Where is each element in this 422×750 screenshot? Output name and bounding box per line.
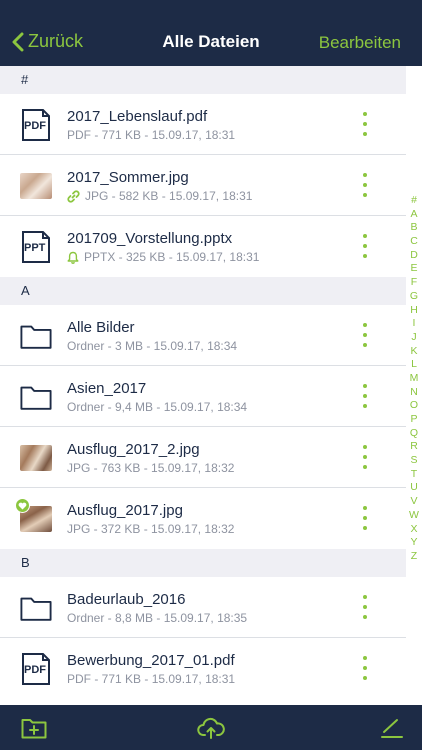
svg-text:PPT: PPT bbox=[24, 242, 46, 254]
index-letter[interactable]: S bbox=[410, 454, 417, 468]
file-meta: Ordner - 8,8 MB - 15.09.17, 18:35 bbox=[67, 611, 248, 625]
index-letter[interactable]: K bbox=[410, 345, 417, 359]
navigation-bar: Zurück Alle Dateien Bearbeiten bbox=[0, 0, 422, 66]
file-name: Bewerbung_2017_01.pdf bbox=[67, 652, 235, 669]
more-options-icon[interactable] bbox=[362, 112, 368, 136]
file-row[interactable]: Alle Bilder Ordner - 3 MB - 15.09.17, 18… bbox=[0, 305, 406, 366]
file-row[interactable]: Asien_2017 Ordner - 9,4 MB - 15.09.17, 1… bbox=[0, 366, 406, 427]
index-letter[interactable]: I bbox=[413, 317, 416, 331]
photo-thumbnail bbox=[20, 442, 52, 474]
file-row[interactable]: Ausflug_2017_2.jpg JPG - 763 KB - 15.09.… bbox=[0, 427, 406, 488]
index-letter[interactable]: X bbox=[410, 523, 417, 537]
file-name: Ausflug_2017_2.jpg bbox=[67, 441, 200, 458]
file-name: Ausflug_2017.jpg bbox=[67, 502, 183, 519]
index-letter[interactable]: P bbox=[410, 413, 417, 427]
index-letter[interactable]: Y bbox=[410, 536, 417, 550]
link-icon bbox=[67, 189, 80, 203]
index-letter[interactable]: G bbox=[410, 290, 418, 304]
file-meta: JPG - 582 KB - 15.09.17, 18:31 bbox=[85, 189, 253, 203]
index-letter[interactable]: Q bbox=[410, 427, 418, 441]
bottom-toolbar bbox=[0, 705, 422, 750]
section-header-a: A bbox=[0, 277, 406, 305]
index-letter[interactable]: L bbox=[411, 358, 417, 372]
index-letter[interactable]: U bbox=[410, 481, 418, 495]
file-meta: JPG - 763 KB - 15.09.17, 18:32 bbox=[67, 461, 235, 475]
file-list: # PDF 2017_Lebenslauf.pdf PDF - 771 KB -… bbox=[0, 66, 406, 699]
new-folder-icon[interactable] bbox=[20, 715, 48, 741]
index-letter[interactable]: H bbox=[410, 304, 418, 318]
index-letter[interactable]: F bbox=[411, 276, 417, 290]
folder-icon bbox=[20, 320, 52, 352]
file-row[interactable]: PDF 2017_Lebenslauf.pdf PDF - 771 KB - 1… bbox=[0, 94, 406, 155]
svg-text:PDF: PDF bbox=[24, 664, 46, 676]
folder-icon bbox=[20, 592, 52, 624]
file-row[interactable]: Badeurlaub_2016 Ordner - 8,8 MB - 15.09.… bbox=[0, 577, 406, 638]
bell-icon bbox=[67, 251, 79, 264]
index-letter[interactable]: C bbox=[410, 235, 418, 249]
photo-thumbnail bbox=[20, 170, 52, 202]
file-meta: Ordner - 9,4 MB - 15.09.17, 18:34 bbox=[67, 400, 248, 414]
ppt-file-icon: PPT bbox=[20, 231, 52, 263]
more-options-icon[interactable] bbox=[362, 234, 368, 258]
index-letter[interactable]: E bbox=[410, 262, 417, 276]
index-letter[interactable]: V bbox=[410, 495, 417, 509]
file-name: Badeurlaub_2016 bbox=[67, 591, 186, 608]
section-header-b: B bbox=[0, 549, 406, 577]
more-options-icon[interactable] bbox=[362, 595, 368, 619]
more-options-icon[interactable] bbox=[362, 656, 368, 680]
index-letter[interactable]: A bbox=[410, 208, 417, 222]
file-row[interactable]: PDF Bewerbung_2017_01.pdf PDF - 771 KB -… bbox=[0, 638, 406, 699]
file-name: 2017_Lebenslauf.pdf bbox=[67, 108, 208, 125]
upload-cloud-icon[interactable] bbox=[197, 715, 225, 741]
file-name: Asien_2017 bbox=[67, 380, 147, 397]
index-letter[interactable]: R bbox=[410, 440, 418, 454]
file-name: 201709_Vorstellung.pptx bbox=[67, 230, 233, 247]
file-meta: PPTX - 325 KB - 15.09.17, 18:31 bbox=[84, 250, 260, 264]
file-meta: PDF - 771 KB - 15.09.17, 18:31 bbox=[67, 672, 236, 686]
more-options-icon[interactable] bbox=[362, 173, 368, 197]
more-options-icon[interactable] bbox=[362, 445, 368, 469]
file-meta: Ordner - 3 MB - 15.09.17, 18:34 bbox=[67, 339, 238, 353]
index-letter[interactable]: W bbox=[409, 509, 419, 523]
index-letter[interactable]: T bbox=[411, 468, 417, 482]
edit-pencil-icon[interactable] bbox=[378, 715, 406, 741]
index-letter[interactable]: N bbox=[410, 386, 418, 400]
photo-thumbnail bbox=[15, 498, 52, 535]
index-letter[interactable]: D bbox=[410, 249, 418, 263]
section-index[interactable]: # A B C D E F G H I J K L M N O P Q R S T U V W X Y Z bbox=[406, 194, 422, 564]
file-name: 2017_Sommer.jpg bbox=[67, 169, 189, 186]
file-row[interactable]: 2017_Sommer.jpg JPG - 582 KB - 15.09.17,… bbox=[0, 155, 406, 216]
favorite-heart-icon bbox=[15, 498, 30, 513]
index-letter[interactable]: O bbox=[410, 399, 418, 413]
index-letter[interactable]: # bbox=[411, 194, 417, 208]
section-header-hash: # bbox=[0, 66, 406, 94]
index-letter[interactable]: B bbox=[410, 221, 417, 235]
file-meta: JPG - 372 KB - 15.09.17, 18:32 bbox=[67, 522, 235, 536]
file-row[interactable]: Ausflug_2017.jpg JPG - 372 KB - 15.09.17… bbox=[0, 488, 406, 549]
index-letter[interactable]: Z bbox=[411, 550, 417, 564]
folder-icon bbox=[20, 381, 52, 413]
svg-text:PDF: PDF bbox=[24, 120, 46, 132]
file-row[interactable]: PPT 201709_Vorstellung.pptx PPTX - 325 K… bbox=[0, 216, 406, 277]
pdf-file-icon: PDF bbox=[20, 653, 52, 685]
index-letter[interactable]: M bbox=[410, 372, 419, 386]
file-meta: PDF - 771 KB - 15.09.17, 18:31 bbox=[67, 128, 236, 142]
more-options-icon[interactable] bbox=[362, 323, 368, 347]
index-letter[interactable]: J bbox=[411, 331, 416, 345]
file-name: Alle Bilder bbox=[67, 319, 135, 336]
pdf-file-icon: PDF bbox=[20, 109, 52, 141]
more-options-icon[interactable] bbox=[362, 506, 368, 530]
edit-button[interactable]: Bearbeiten bbox=[319, 33, 401, 53]
more-options-icon[interactable] bbox=[362, 384, 368, 408]
